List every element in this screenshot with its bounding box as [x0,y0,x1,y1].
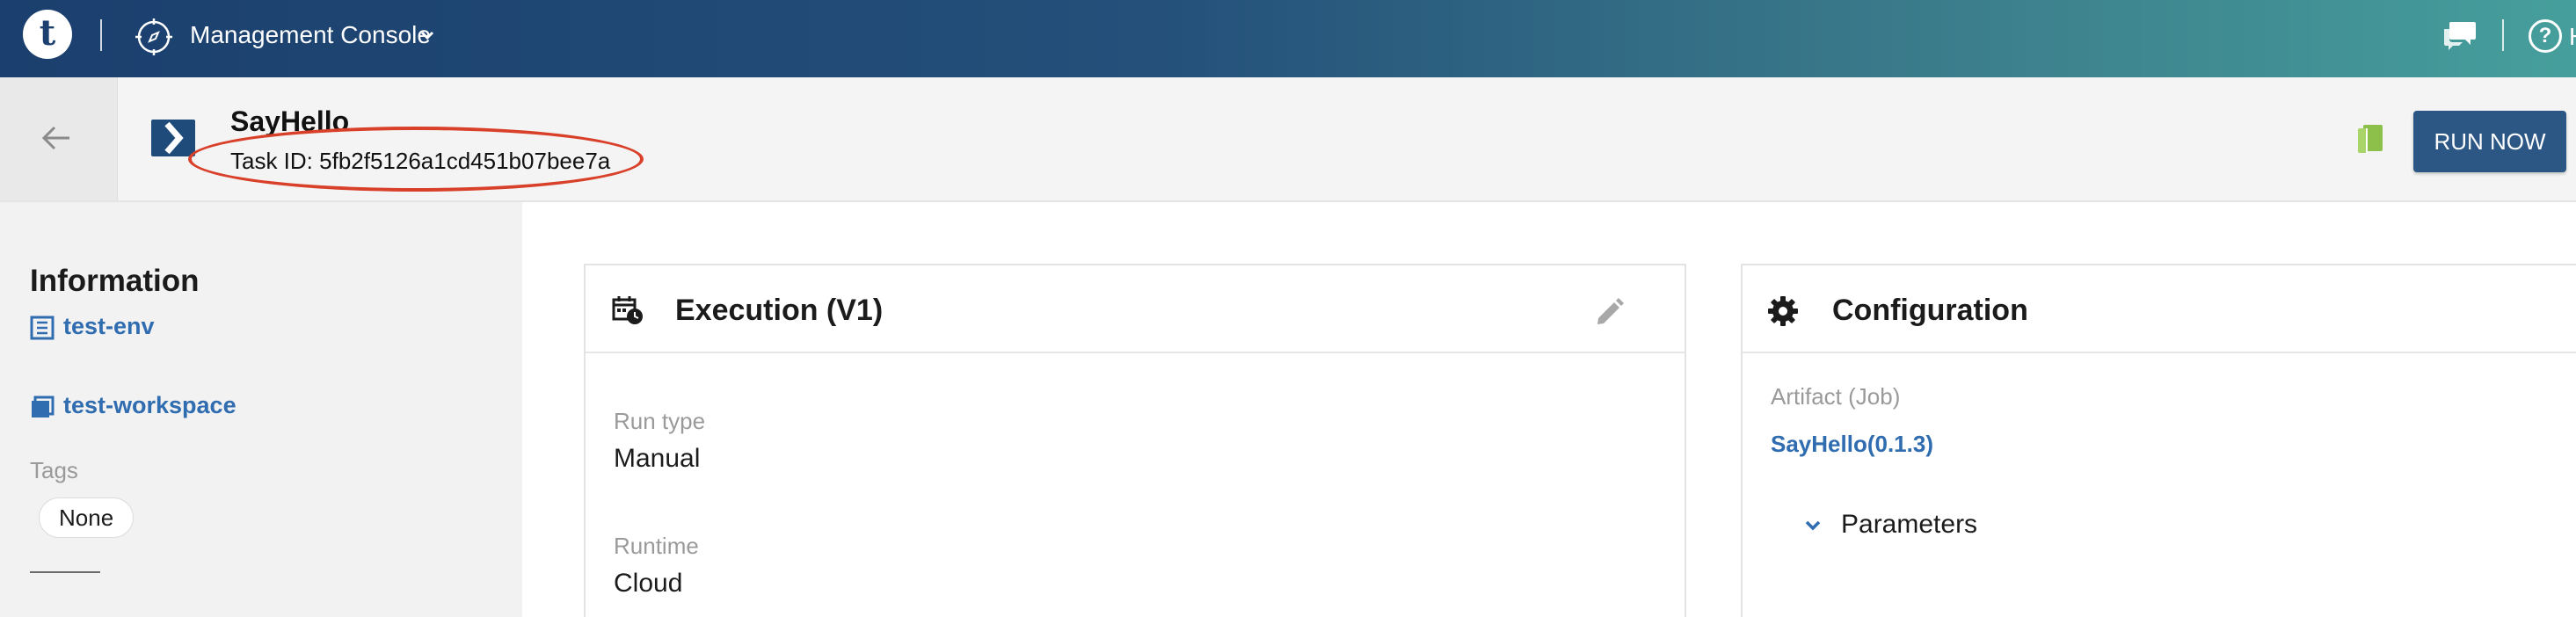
feedback-chat-icon[interactable] [2442,20,2478,50]
execution-title: Execution (V1) [675,294,884,327]
calendar-clock-icon [612,296,643,324]
topbar-divider [2502,19,2504,51]
help-label[interactable]: Help [2569,23,2576,51]
artifact-link[interactable]: SayHello(0.1.3) [1771,431,1933,458]
chevron-down-icon[interactable] [418,25,437,45]
information-heading: Information [30,264,200,298]
management-console-menu[interactable]: Management Console [190,21,431,49]
information-sidebar: Information test-env test-workspace Tags… [0,202,522,617]
topbar-divider [100,19,102,51]
artifact-label: Artifact (Job) [1771,383,1901,410]
execution-card: Execution (V1) Run type Manual Runtime C… [584,264,1686,617]
gear-icon [1768,296,1798,326]
parameters-label: Parameters [1841,510,1978,539]
documentation-book-icon[interactable] [2356,123,2384,155]
back-button[interactable] [0,77,118,200]
console-compass-icon[interactable] [135,18,172,55]
configuration-title: Configuration [1832,294,2028,327]
environment-icon [30,316,55,340]
run-now-button[interactable]: RUN NOW [2413,111,2566,172]
task-icon [151,120,195,156]
workspace-link[interactable]: test-workspace [30,392,236,419]
configuration-card-header: Configuration [1743,265,2576,353]
run-type-label: Run type [614,408,706,434]
main-content: Execution (V1) Run type Manual Runtime C… [522,202,2576,617]
configuration-card: Configuration Artifact (Job) SayHello(0.… [1741,264,2576,617]
help-icon[interactable]: ? [2529,19,2562,53]
workspace-icon [32,396,55,417]
chevron-down-icon[interactable] [1804,519,1822,532]
task-id-highlight-annotation [188,127,644,192]
environment-link[interactable]: test-env [30,313,155,340]
execution-card-header: Execution (V1) [586,265,1685,353]
environment-name[interactable]: test-env [63,313,155,339]
sidebar-divider [30,571,100,573]
parameters-toggle[interactable]: Parameters [1804,510,1977,540]
top-navigation-bar: t Management Console ? Help [0,0,2576,77]
arrow-left-icon [41,126,69,150]
edit-pencil-icon[interactable] [1595,297,1625,327]
tags-label: Tags [30,457,78,483]
tag-chip: None [39,497,135,538]
workspace-name[interactable]: test-workspace [63,392,236,418]
talend-logo[interactable]: t [23,10,72,59]
runtime-label: Runtime [614,533,699,559]
run-type-value: Manual [614,444,701,473]
runtime-value: Cloud [614,569,683,598]
